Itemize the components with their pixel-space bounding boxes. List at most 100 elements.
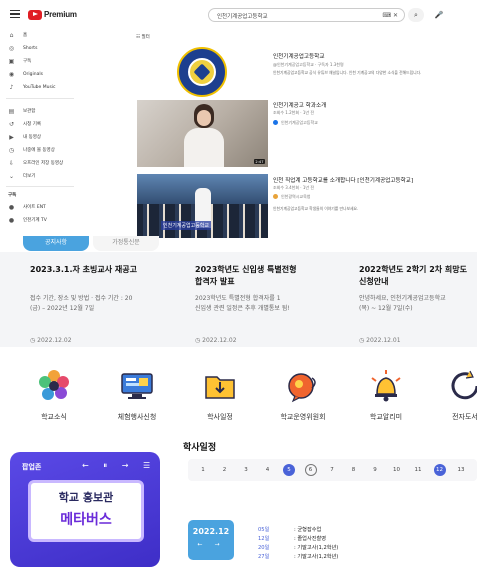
channel-avatar-icon: ●	[8, 216, 15, 224]
search-input[interactable]: 인천기계공업고등학교 ⌨ ✕	[208, 8, 405, 22]
sidebar-item-label: Originals	[23, 71, 43, 77]
calendar-day[interactable]: 13	[455, 464, 467, 476]
calendar-event[interactable]: 20일: 기말고사(1,2학년)	[258, 544, 338, 551]
sidebar-item-watch-later[interactable]: ◷ 나중에 볼 동영상	[8, 145, 55, 155]
notice-item[interactable]: 2022학년도 2학기 2차 희망도 신청안내 안녕하세요, 인천기계공업고등학…	[359, 264, 477, 344]
channel-avatar-icon: ●	[8, 203, 15, 211]
youtube-logo-text: Premium	[44, 10, 77, 19]
school-emblem-avatar[interactable]	[177, 47, 227, 97]
search-button[interactable]: ⌕	[408, 8, 424, 22]
notice-date-text: 2022.12.01	[366, 337, 401, 344]
keyboard-clear-icons[interactable]: ⌨ ✕	[382, 12, 398, 19]
calendar-day[interactable]: 3	[240, 464, 252, 476]
calendar-event[interactable]: 12일: 졸업사진촬영	[258, 535, 326, 542]
event-day: 05일	[258, 527, 270, 533]
quick-link-committee[interactable]: 학교운영위원회	[263, 368, 343, 422]
sidebar-divider	[6, 98, 74, 99]
promo-line-2: 메타버스	[60, 512, 112, 528]
clock-icon: ◷	[359, 337, 365, 344]
notice-item[interactable]: 2023.3.1.자 초빙교사 재공고 접수 기간, 장소 및 방법 · 접수 …	[30, 264, 190, 344]
metaverse-promo-card[interactable]: 학교 홍보관 메타버스	[28, 480, 144, 542]
filter-button[interactable]: ☷ 필터	[136, 34, 150, 40]
result-channel-title[interactable]: 인천기계공업고등학교	[273, 52, 324, 60]
sidebar-item-shorts[interactable]: ◎ Shorts	[8, 43, 38, 53]
emblem-ring	[188, 58, 216, 86]
refresh-book-icon	[447, 368, 477, 404]
quick-link-alerts[interactable]: 학교알리미	[346, 368, 426, 422]
result-video-channel[interactable]: 인천광역시교육청	[281, 194, 310, 200]
event-name: : 기말고사(1,2학년)	[294, 554, 339, 560]
calendar-day[interactable]: 7	[326, 464, 338, 476]
sidebar-subscription-item[interactable]: ● 인천기계 TV	[8, 215, 47, 225]
event-day: 27일	[258, 554, 270, 560]
result-video-meta: 조회수 1.2천회 · 1년 전	[273, 110, 315, 115]
notice-excerpt-line: (금) – 2022년 12월 7일	[30, 304, 95, 312]
emblem-core	[193, 63, 211, 81]
home-icon: ⌂	[9, 31, 14, 39]
quick-link-label: 학교알리미	[369, 413, 403, 421]
sidebar-item-music[interactable]: ♪ YouTube Music	[8, 82, 56, 92]
video-thumbnail[interactable]: 2:47	[137, 100, 268, 167]
quick-link-schedule[interactable]: 학사일정	[180, 368, 260, 422]
youtube-play-icon	[28, 9, 42, 20]
quick-link-experience[interactable]: 체험행사신청	[97, 368, 177, 422]
popup-zone-banner[interactable]: 팝업존 ← ⏸ → ☰ 학교 홍보관 메타버스	[10, 452, 160, 567]
calendar-day[interactable]: 6	[304, 464, 317, 476]
sidebar-item-subscriptions[interactable]: ▣ 구독	[8, 56, 32, 66]
youtube-screen: Premium 인천기계공업고등학교 ⌨ ✕ ⌕ 🎤 ⌂ 홈 ◎ Shorts ▣ 구…	[0, 0, 477, 238]
subscriptions-heading: 구독	[8, 193, 17, 198]
calendar-day[interactable]: 4	[262, 464, 274, 476]
flower-icon	[36, 368, 72, 404]
quick-link-news[interactable]: 학교소식	[14, 368, 94, 422]
sidebar-item-library[interactable]: ▤ 보관함	[8, 106, 36, 116]
notice-list: 2023.3.1.자 초빙교사 재공고 접수 기간, 장소 및 방법 · 접수 …	[0, 252, 477, 347]
result-channel-meta: @인천기계공업고등학교 · 구독자 1.3천명	[273, 62, 344, 67]
calendar-day[interactable]: 5	[283, 464, 295, 476]
sidebar-item-label: Shorts	[23, 45, 38, 51]
result-video-title[interactable]: 인천기계공고 학과소개	[273, 101, 326, 109]
quick-link-ebooks[interactable]: 전자도서	[425, 368, 477, 422]
video-thumbnail[interactable]: 인천기계공업고등학교	[137, 174, 268, 238]
sidebar-item-label: 보관함	[23, 109, 36, 114]
month-nav-arrows[interactable]: ← →	[188, 541, 234, 548]
banner-controls[interactable]: ← ⏸ → ☰	[82, 461, 156, 471]
sidebar-subscription-item[interactable]: ● 사이트 ENT	[8, 202, 46, 212]
sidebar-item-history[interactable]: ↺ 시청 기록	[8, 119, 41, 129]
clock-icon: ◷	[30, 337, 36, 344]
tab-notices[interactable]: 공지사항	[23, 236, 89, 251]
sidebar-item-my-videos[interactable]: ▶ 내 동영상	[8, 132, 41, 142]
shorts-icon: ◎	[8, 44, 15, 52]
calendar-day[interactable]: 11	[412, 464, 424, 476]
sidebar-item-label: 홈	[23, 33, 28, 38]
result-video-channel[interactable]: 인천기계공업고등학교	[281, 120, 318, 126]
youtube-logo[interactable]: Premium	[28, 9, 77, 20]
tab-newsletters[interactable]: 가정통신문	[93, 236, 159, 251]
notice-excerpt: 2023학년도 특별전형 합격자를 1 신입생 관련 일정은 추후 개별통보 됨…	[195, 294, 355, 313]
hamburger-menu-icon[interactable]	[10, 10, 20, 18]
event-name: : 졸업사진촬영	[294, 536, 327, 542]
calendar-day[interactable]: 2	[219, 464, 231, 476]
result-channel-description: 인천기계공업고등학교 공식 유튜브 채널입니다. 인천 기계공고의 다양한 소식…	[273, 70, 422, 75]
microphone-icon[interactable]: 🎤	[432, 8, 446, 22]
calendar-day[interactable]: 12	[433, 464, 446, 476]
calendar-event[interactable]: 27일 : 기말고사(1,2학년)	[258, 553, 338, 560]
calendar-day[interactable]: 9	[369, 464, 381, 476]
chevron-down-icon: ⌄	[8, 172, 15, 180]
notice-title: 2022학년도 2학기 2차 희망도	[359, 265, 467, 274]
calendar-event[interactable]: 05일: 균형잡수업	[258, 526, 321, 533]
sidebar-item-home[interactable]: ⌂ 홈	[8, 30, 28, 40]
sidebar-item-originals[interactable]: ◉ Originals	[8, 69, 43, 79]
sidebar-item-downloads[interactable]: ⇩ 오프라인 저장 동영상	[8, 158, 63, 168]
download-icon: ⇩	[8, 159, 15, 167]
sidebar-item-more[interactable]: ⌄ 더보기	[8, 171, 35, 181]
quick-link-label: 체험행사신청	[117, 413, 157, 421]
calendar-day[interactable]: 1	[197, 464, 209, 476]
notice-title: 2023학년도 신입생 특별전형	[195, 265, 297, 274]
notice-item[interactable]: 2023학년도 신입생 특별전형 합격자 발표 2023학년도 특별전형 합격자…	[195, 264, 355, 344]
calendar-day[interactable]: 8	[348, 464, 360, 476]
monitor-icon	[119, 368, 155, 404]
academic-calendar: 학사일정 1 2 3 4 5 6 7 8 9 10 11 12 13 2022.12 ← → 05일: …	[183, 436, 477, 567]
calendar-day[interactable]: 10	[391, 464, 403, 476]
result-video-title[interactable]: 인천 직업계 고등학교를 소개합니다 [인천기계공업고등학교]	[273, 176, 413, 184]
notice-date-text: 2022.12.02	[37, 337, 72, 344]
